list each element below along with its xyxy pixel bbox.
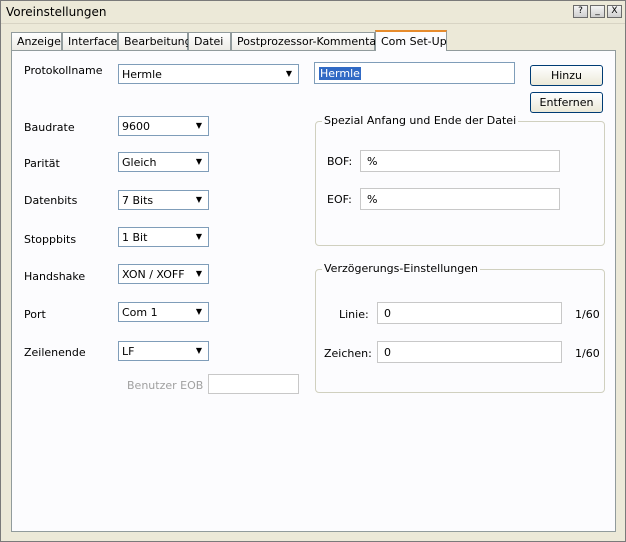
zeilenende-value: LF (122, 345, 135, 358)
preferences-window: Voreinstellungen ? _ X Anzeige Interface… (0, 0, 626, 542)
benutzer-eob-input[interactable] (208, 374, 299, 394)
zeilenende-label: Zeilenende (24, 346, 86, 359)
linie-input[interactable]: 0 (377, 302, 562, 324)
spezial-group-title: Spezial Anfang und Ende der Datei (322, 114, 519, 127)
protokollname-value: Hermle (122, 68, 162, 81)
paritaet-select[interactable]: Gleich ▼ (118, 152, 209, 172)
protokollname-input-value: Hermle (319, 67, 361, 80)
tab-bearbeitung[interactable]: Bearbeitung (118, 32, 192, 50)
benutzer-eob-label: Benutzer EOB (127, 379, 204, 392)
port-value: Com 1 (122, 306, 158, 319)
tab-anzeige[interactable]: Anzeige (11, 32, 62, 50)
stoppbits-label: Stoppbits (24, 233, 77, 246)
minimize-button[interactable]: _ (590, 5, 605, 18)
zeilenende-select[interactable]: LF ▼ (118, 341, 209, 361)
title-bar: Voreinstellungen ? _ X (1, 1, 625, 24)
chevron-down-icon: ▼ (285, 69, 293, 78)
datenbits-select[interactable]: 7 Bits ▼ (118, 190, 209, 210)
handshake-value: XON / XOFF (122, 268, 185, 281)
zeichen-unit: 1/60 (575, 347, 600, 360)
tab-interface[interactable]: Interface (62, 32, 118, 50)
window-title: Voreinstellungen (6, 5, 107, 19)
baudrate-value: 9600 (122, 120, 150, 133)
bof-value: % (367, 155, 378, 168)
port-label: Port (24, 308, 46, 321)
protokollname-input[interactable]: Hermle (314, 62, 515, 84)
spezial-group: Spezial Anfang und Ende der Datei BOF: %… (315, 114, 605, 246)
com-setup-panel: Protokollname Hermle ▼ Hermle Hinzu Entf… (11, 50, 616, 532)
chevron-down-icon: ▼ (195, 157, 203, 166)
hinzu-button[interactable]: Hinzu (530, 65, 603, 86)
tab-com-set-up[interactable]: Com Set-Up (375, 30, 447, 51)
close-button[interactable]: X (607, 5, 622, 18)
stoppbits-value: 1 Bit (122, 231, 148, 244)
verzoegerung-group: Verzögerungs-Einstellungen Linie: 0 1/60… (315, 262, 605, 393)
handshake-select[interactable]: XON / XOFF ▼ (118, 264, 209, 284)
port-select[interactable]: Com 1 ▼ (118, 302, 209, 322)
chevron-down-icon: ▼ (195, 269, 203, 278)
linie-label: Linie: (339, 308, 369, 321)
linie-unit: 1/60 (575, 308, 600, 321)
datenbits-label: Datenbits (24, 194, 78, 207)
eof-input[interactable]: % (360, 188, 560, 210)
chevron-down-icon: ▼ (195, 121, 203, 130)
chevron-down-icon: ▼ (195, 346, 203, 355)
chevron-down-icon: ▼ (195, 232, 203, 241)
entfernen-button[interactable]: Entfernen (530, 92, 603, 113)
tab-strip: Anzeige Interface Bearbeitung Datei Post… (11, 30, 625, 51)
paritaet-label: Parität (24, 157, 60, 170)
stoppbits-select[interactable]: 1 Bit ▼ (118, 227, 209, 247)
handshake-label: Handshake (24, 270, 86, 283)
chevron-down-icon: ▼ (195, 195, 203, 204)
baudrate-label: Baudrate (24, 121, 75, 134)
datenbits-value: 7 Bits (122, 194, 154, 207)
zeichen-input[interactable]: 0 (377, 341, 562, 363)
baudrate-select[interactable]: 9600 ▼ (118, 116, 209, 136)
verzoegerung-group-title: Verzögerungs-Einstellungen (322, 262, 480, 275)
tab-postprozessor-kommentare[interactable]: Postprozessor-Kommentare (231, 32, 387, 50)
eof-label: EOF: (327, 193, 352, 206)
linie-value: 0 (384, 307, 391, 320)
protokollname-label: Protokollname (24, 64, 103, 77)
protokollname-select[interactable]: Hermle ▼ (118, 64, 299, 84)
tab-datei[interactable]: Datei (188, 32, 231, 50)
eof-value: % (367, 193, 378, 206)
zeichen-label: Zeichen: (324, 347, 372, 360)
help-button[interactable]: ? (573, 5, 588, 18)
chevron-down-icon: ▼ (195, 307, 203, 316)
bof-label: BOF: (327, 155, 353, 168)
paritaet-value: Gleich (122, 156, 157, 169)
zeichen-value: 0 (384, 346, 391, 359)
bof-input[interactable]: % (360, 150, 560, 172)
